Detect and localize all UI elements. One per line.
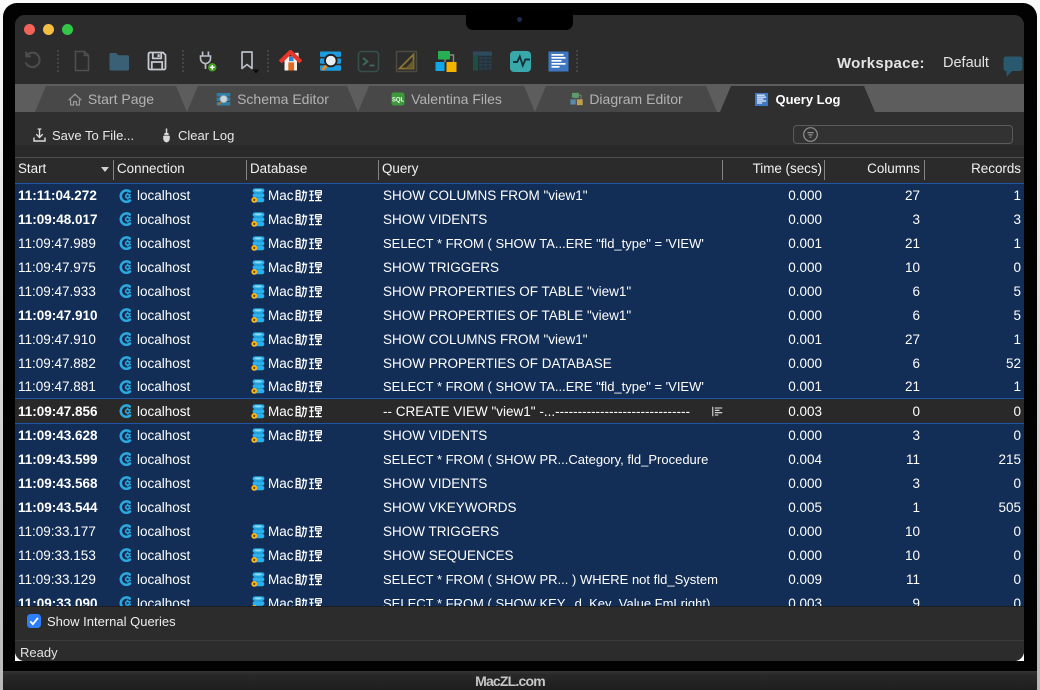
svg-text:SQL: SQL xyxy=(392,98,405,104)
